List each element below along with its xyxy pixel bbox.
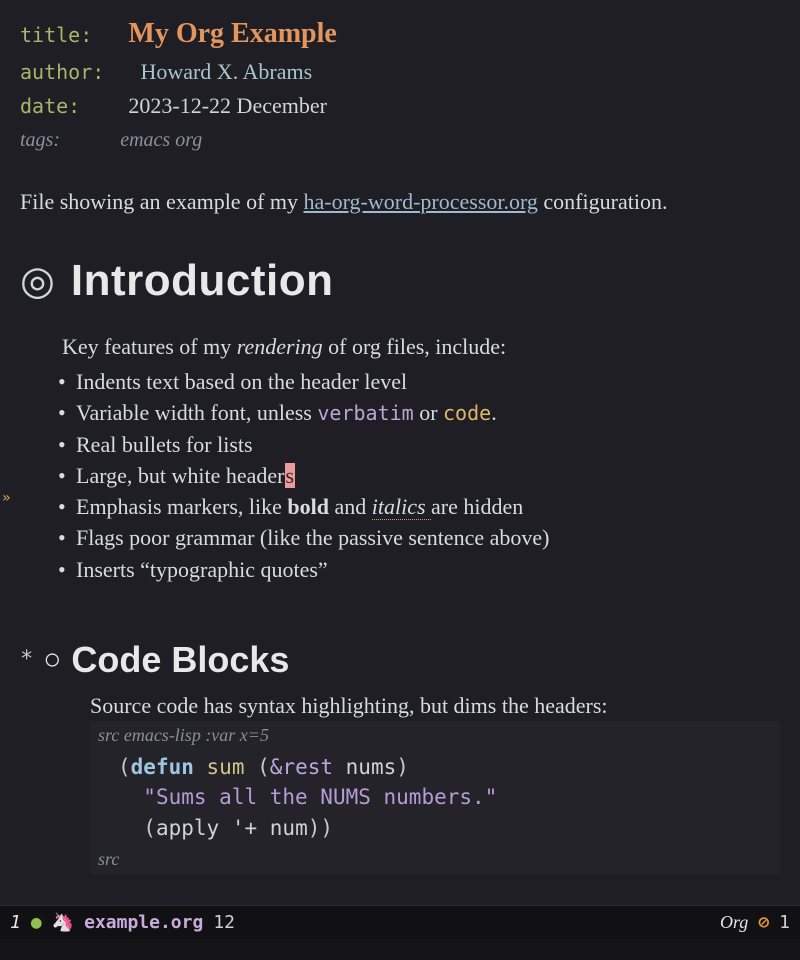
list-item: Variable width font, unless verbatim or … xyxy=(76,397,780,428)
src-code-body: (defun sum (&rest nums) "Sums all the NU… xyxy=(98,748,772,847)
source-block[interactable]: src emacs-lisp :var x=5 (defun sum (&res… xyxy=(90,721,780,874)
tok: ( xyxy=(118,755,131,779)
intro-after: configuration. xyxy=(538,189,668,214)
code-text: code xyxy=(443,401,491,425)
list-item: Real bullets for lists xyxy=(76,429,780,460)
tok: apply xyxy=(156,816,219,840)
li-text: are hidden xyxy=(431,494,523,519)
li-text: and xyxy=(329,494,372,519)
minibuffer[interactable] xyxy=(0,939,800,960)
features-lead-before: Key features of my xyxy=(62,334,237,359)
intro-before: File showing an example of my xyxy=(20,189,304,214)
modified-indicator-icon: ● xyxy=(31,912,42,933)
editor-buffer[interactable]: » title: My Org Example author: Howard X… xyxy=(0,0,800,905)
list-item: Emphasis markers, like bold and italics … xyxy=(76,491,780,522)
tok: )) xyxy=(308,816,333,840)
meta-title-value: My Org Example xyxy=(128,18,336,49)
bold-text: bold xyxy=(287,494,329,519)
meta-tags-key: tags: xyxy=(20,129,60,151)
list-item: Large, but white headers xyxy=(76,460,780,491)
config-link[interactable]: ha-org-word-processor.org xyxy=(304,189,538,214)
features-list: Indents text based on the header level V… xyxy=(76,366,780,585)
verbatim-text: verbatim xyxy=(317,401,413,425)
tok: '+ xyxy=(232,816,257,840)
meta-author-key: author: xyxy=(20,60,104,84)
intro-paragraph: File showing an example of my ha-org-wor… xyxy=(20,188,780,217)
tok xyxy=(219,816,232,840)
li-text: . xyxy=(491,400,497,425)
text-cursor: s xyxy=(285,463,296,488)
heading-code-blocks[interactable]: * ○ Code Blocks xyxy=(20,639,780,681)
li-text: Emphasis markers, like xyxy=(76,494,287,519)
meta-author-value: Howard X. Abrams xyxy=(140,59,312,84)
italic-text: italics xyxy=(372,494,431,520)
modeline-window-number: 1 xyxy=(10,912,21,933)
heading-introduction-text: Introduction xyxy=(71,256,334,306)
tok: ) xyxy=(396,755,409,779)
modeline-buffer-name[interactable]: example.org xyxy=(84,912,203,933)
heading-code-blocks-text: Code Blocks xyxy=(71,639,289,681)
tok: "Sums all the NUMS numbers." xyxy=(143,785,497,809)
li-text: Variable width font, unless xyxy=(76,400,317,425)
meta-date-key: date: xyxy=(20,94,80,118)
tok xyxy=(257,816,270,840)
features-lead-em: rendering xyxy=(237,334,323,359)
tok: ( xyxy=(257,755,270,779)
tok xyxy=(244,755,257,779)
fringe-indicator: » xyxy=(2,490,10,506)
tok xyxy=(194,755,207,779)
li-text: Large, but white header xyxy=(76,463,285,488)
src-lead: Source code has syntax highlighting, but… xyxy=(90,693,780,719)
src-end-line: src xyxy=(98,847,772,872)
features-lead-after: of org files, include: xyxy=(323,334,507,359)
heading-introduction[interactable]: ◎ Introduction xyxy=(20,256,780,306)
meta-title-line: title: My Org Example xyxy=(20,12,780,55)
meta-tags-line: tags: emacs org xyxy=(20,124,780,156)
li-text: or xyxy=(414,400,443,425)
meta-date-value: 2023-12-22 December xyxy=(128,93,327,118)
heading-bullet-icon: ◎ xyxy=(20,261,55,301)
tok: num xyxy=(270,816,308,840)
features-lead: Key features of my rendering of org file… xyxy=(62,334,780,360)
flycheck-warning-count: 1 xyxy=(779,912,790,933)
tok: nums xyxy=(346,755,397,779)
list-item: Flags poor grammar (like the passive sen… xyxy=(76,522,780,553)
meta-title-key: title: xyxy=(20,23,92,47)
list-item: Inserts “typographic quotes” xyxy=(76,554,780,585)
tok: defun xyxy=(131,755,194,779)
heading-asterisk-icon: * xyxy=(20,647,33,672)
meta-author-line: author: Howard X. Abrams xyxy=(20,55,780,89)
heading-bullet-icon: ○ xyxy=(43,643,61,677)
flycheck-warning-icon[interactable]: ⊘ xyxy=(758,912,769,933)
list-item: Indents text based on the header level xyxy=(76,366,780,397)
modeline[interactable]: 1 ● 🦄 example.org 12 Org ⊘ 1 xyxy=(0,905,800,939)
modeline-position: 12 xyxy=(213,912,235,933)
src-begin-line: src emacs-lisp :var x=5 xyxy=(98,723,772,748)
tok xyxy=(333,755,346,779)
meta-date-line: date: 2023-12-22 December xyxy=(20,89,780,123)
unicorn-icon: 🦄 xyxy=(52,912,74,933)
tok: sum xyxy=(207,755,245,779)
tok: &rest xyxy=(270,755,333,779)
modeline-major-mode[interactable]: Org xyxy=(720,912,748,933)
meta-tags-value: emacs org xyxy=(120,129,202,151)
tok: ( xyxy=(143,816,156,840)
